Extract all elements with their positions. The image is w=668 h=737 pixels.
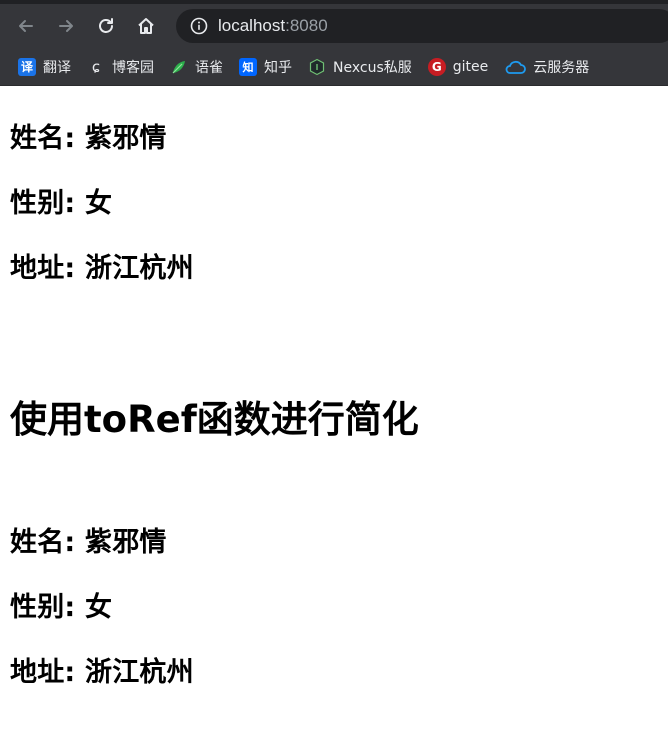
name-field-2: 姓名: 紫邪情 [10, 527, 167, 558]
nexus-icon [308, 58, 326, 76]
bookmark-label: 翻译 [43, 59, 71, 76]
bookmark-yuque[interactable]: 语雀 [170, 57, 223, 77]
bookmark-label: 语雀 [195, 59, 223, 76]
bookmark-label: gitee [452, 58, 489, 75]
bookmark-label: Nexcus私服 [333, 59, 412, 76]
bookmarks-bar: 译 翻译 ɕ 博客园 语雀 知 知乎 Nexcus私服 G gitee 云服务器 [0, 48, 668, 86]
reload-button[interactable] [86, 6, 126, 46]
bookmark-label: 云服务器 [533, 59, 590, 76]
bookmark-label: 博客园 [112, 59, 154, 76]
address-field-2: 地址: 浙江杭州 [10, 657, 194, 688]
reload-icon [99, 18, 113, 33]
name-field-1: 姓名: 紫邪情 [10, 123, 167, 154]
bookmark-cnblogs[interactable]: ɕ 博客园 [87, 57, 154, 77]
section-title: 使用toRef函数进行简化 [10, 398, 419, 441]
info-icon[interactable] [190, 17, 208, 35]
browser-toolbar: localhost:8080 [0, 4, 668, 48]
cloud-icon [504, 58, 527, 76]
bookmark-nexus[interactable]: Nexcus私服 [308, 57, 412, 77]
bookmark-translate[interactable]: 译 翻译 [18, 57, 71, 77]
gender-field-2: 性别: 女 [10, 592, 113, 623]
arrow-right-icon [59, 20, 73, 32]
bookmark-label: 知乎 [264, 59, 292, 76]
home-icon [138, 18, 154, 34]
bookmark-cloud-server[interactable]: 云服务器 [504, 57, 589, 77]
arrow-left-icon [19, 20, 33, 32]
translate-icon: 译 [18, 57, 36, 76]
url-host: localhost [218, 16, 286, 35]
url-text[interactable]: localhost:8080 [218, 16, 328, 36]
forward-button[interactable] [46, 6, 86, 46]
address-field-1: 地址: 浙江杭州 [10, 253, 194, 284]
yuque-icon [170, 58, 188, 76]
back-button[interactable] [6, 6, 46, 46]
gitee-icon: G [427, 57, 446, 76]
bookmark-zhihu[interactable]: 知 知乎 [239, 57, 292, 77]
cnblogs-icon: ɕ [91, 57, 101, 76]
bookmark-gitee[interactable]: G gitee [427, 57, 489, 76]
url-port: :8080 [285, 16, 328, 35]
zhihu-icon: 知 [239, 57, 257, 76]
address-bar[interactable]: localhost:8080 [176, 9, 668, 43]
home-button[interactable] [126, 6, 166, 46]
gender-field-1: 性别: 女 [10, 188, 113, 219]
